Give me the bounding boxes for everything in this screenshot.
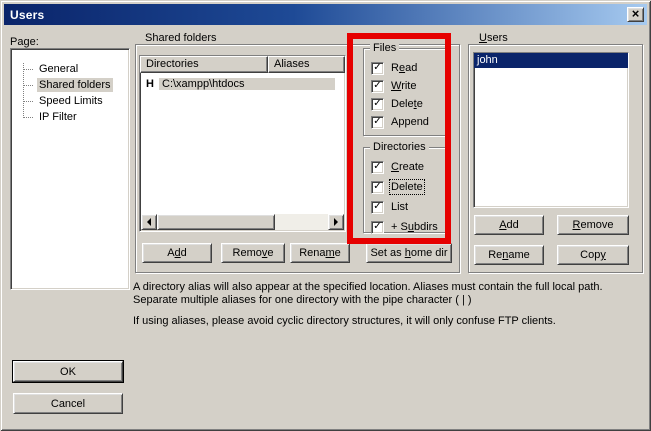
scroll-right-icon: [334, 218, 338, 226]
directories-table: Directories Aliases H C:\xampp\htdocs: [139, 55, 346, 232]
page-item-label-selected: Shared folders: [37, 78, 113, 92]
remove-user-button[interactable]: Remove: [557, 215, 629, 235]
checkbox-box: ✓: [371, 62, 384, 75]
check-icon: ✓: [373, 81, 381, 91]
check-icon: ✓: [373, 202, 381, 212]
files-read-checkbox[interactable]: ✓ Read: [371, 61, 417, 75]
directories-group-label: Directories: [370, 141, 429, 153]
tree-stub: [23, 117, 33, 118]
cyclic-note: If using aliases, please avoid cyclic di…: [133, 315, 638, 328]
checkbox-box: ✓: [371, 181, 384, 194]
rename-user-button[interactable]: Rename: [474, 245, 544, 265]
checkbox-box: ✓: [371, 80, 384, 93]
shared-folders-group-label: Shared folders: [142, 32, 220, 44]
check-icon: ✓: [373, 182, 381, 192]
home-flag: H: [146, 78, 159, 90]
user-item-john[interactable]: john: [474, 53, 628, 68]
users-group-label: Users: [476, 32, 511, 44]
checkbox-box: ✓: [371, 98, 384, 111]
close-button[interactable]: ×: [627, 7, 644, 22]
page-item-label: General: [37, 62, 80, 76]
dirs-create-checkbox[interactable]: ✓ Create: [371, 160, 424, 174]
horizontal-scrollbar[interactable]: [141, 214, 344, 230]
column-header-aliases[interactable]: Aliases: [268, 56, 345, 73]
check-icon: ✓: [373, 117, 381, 127]
page-list[interactable]: General Shared folders Speed Limits IP F…: [10, 48, 130, 290]
files-delete-checkbox[interactable]: ✓ Delete: [371, 97, 423, 111]
close-icon: ×: [632, 6, 640, 21]
directory-cell: C:\xampp\htdocs: [159, 78, 335, 90]
tree-stub: [23, 85, 33, 86]
titlebar[interactable]: Users ×: [4, 4, 647, 25]
page-item-label: Speed Limits: [37, 94, 105, 108]
users-list[interactable]: john: [473, 52, 629, 208]
files-append-checkbox[interactable]: ✓ Append: [371, 115, 429, 129]
check-icon: ✓: [373, 222, 381, 232]
cancel-button[interactable]: Cancel: [13, 393, 123, 414]
tree-stub: [23, 101, 33, 102]
checkbox-box: ✓: [371, 221, 384, 234]
page-item-ip-filter[interactable]: IP Filter: [11, 109, 129, 125]
column-header-directories[interactable]: Directories: [140, 56, 268, 73]
page-label: Page:: [10, 36, 39, 48]
alias-note: A directory alias will also appear at th…: [133, 281, 638, 307]
scroll-left-icon: [147, 218, 151, 226]
tree-stub: [23, 69, 33, 70]
users-dialog: Users × Page: General Shared folders Spe…: [0, 0, 651, 431]
check-icon: ✓: [373, 63, 381, 73]
ok-button[interactable]: OK: [13, 361, 123, 382]
dirs-subdirs-checkbox[interactable]: ✓ + Subdirs: [371, 220, 438, 234]
set-as-home-dir-button[interactable]: Set as home dir: [366, 243, 452, 263]
page-item-general[interactable]: General: [11, 61, 129, 77]
dirs-list-checkbox[interactable]: ✓ List: [371, 200, 408, 214]
page-item-label: IP Filter: [37, 110, 79, 124]
page-item-shared-folders[interactable]: Shared folders: [11, 77, 129, 93]
rename-folder-button[interactable]: Rename: [290, 243, 350, 263]
copy-user-button[interactable]: Copy: [557, 245, 629, 265]
scroll-left-button[interactable]: [141, 214, 157, 230]
check-icon: ✓: [373, 162, 381, 172]
files-group-label: Files: [370, 42, 399, 54]
scrollbar-thumb[interactable]: [157, 214, 275, 230]
add-folder-button[interactable]: Add: [142, 243, 212, 263]
remove-folder-button[interactable]: Remove: [221, 243, 285, 263]
checkbox-box: ✓: [371, 161, 384, 174]
window-title: Users: [10, 8, 44, 22]
table-header: Directories Aliases: [140, 56, 345, 73]
add-user-button[interactable]: Add: [474, 215, 544, 235]
checkbox-box: ✓: [371, 201, 384, 214]
checkbox-box: ✓: [371, 116, 384, 129]
check-icon: ✓: [373, 99, 381, 109]
page-item-speed-limits[interactable]: Speed Limits: [11, 93, 129, 109]
table-row[interactable]: H C:\xampp\htdocs: [141, 76, 335, 91]
dirs-delete-checkbox[interactable]: ✓ Delete: [371, 180, 423, 194]
files-write-checkbox[interactable]: ✓ Write: [371, 79, 416, 93]
scroll-right-button[interactable]: [328, 214, 344, 230]
